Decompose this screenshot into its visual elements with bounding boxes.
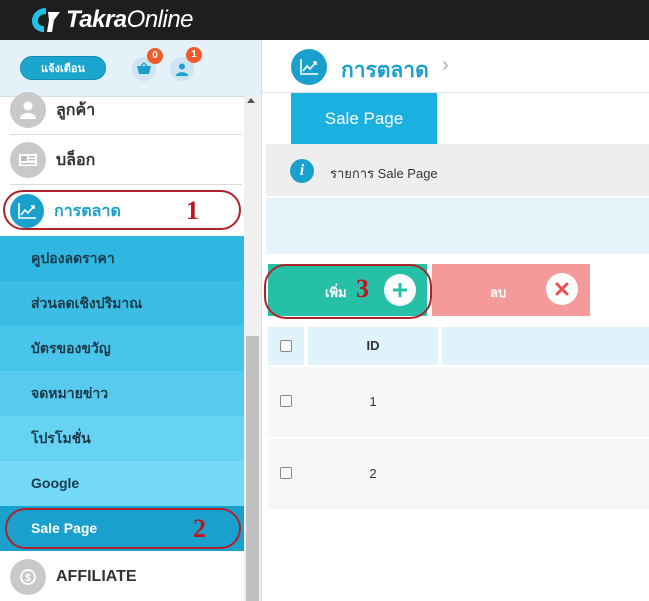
annotation-number: 1 bbox=[186, 196, 199, 225]
sidebar-item-label: ลูกค้า bbox=[56, 101, 96, 119]
notify-button[interactable]: แจ้งเตือน bbox=[20, 56, 106, 80]
cart-badge: 0 bbox=[147, 48, 163, 64]
divider bbox=[10, 134, 242, 135]
info-icon: i bbox=[290, 159, 314, 183]
close-icon bbox=[546, 273, 578, 305]
main-content: การตลาด › Sale Page i รายการ Sale Page เ… bbox=[262, 40, 649, 601]
submenu-item[interactable]: จดหมายข่าว bbox=[0, 371, 244, 416]
delete-label: ลบ bbox=[490, 285, 507, 300]
newspaper-icon bbox=[10, 142, 46, 178]
row-id: 1 bbox=[369, 394, 377, 409]
sidebar-item-label: บล็อก bbox=[56, 151, 96, 169]
svg-text:$: $ bbox=[25, 573, 31, 584]
select-all-checkbox[interactable] bbox=[280, 340, 292, 352]
chart-icon bbox=[291, 49, 327, 85]
row-checkbox[interactable] bbox=[280, 467, 292, 479]
profile-badge: 1 bbox=[186, 47, 202, 63]
row-checkbox[interactable] bbox=[280, 395, 292, 407]
submenu-item[interactable]: ส่วนลดเชิงปริมาณ bbox=[0, 281, 244, 326]
annotation-number: 2 bbox=[193, 514, 206, 543]
annotation-number: 3 bbox=[356, 274, 369, 303]
annotation-outline bbox=[264, 264, 432, 319]
info-bar: i รายการ Sale Page bbox=[266, 144, 649, 196]
table-header: ID bbox=[268, 327, 649, 365]
top-bar: TakraOnline bbox=[0, 0, 649, 40]
submenu-item[interactable]: บัตรของขวัญ bbox=[0, 326, 244, 371]
chevron-right-icon: › bbox=[442, 54, 449, 76]
row-id: 2 bbox=[369, 466, 377, 481]
sidebar-item-affiliate[interactable]: $ AFFILIATE bbox=[0, 557, 244, 597]
delete-button[interactable]: ลบ bbox=[432, 264, 590, 316]
info-text: รายการ Sale Page bbox=[330, 166, 438, 181]
scrollbar-thumb[interactable] bbox=[246, 336, 259, 601]
logo-icon bbox=[32, 8, 60, 32]
table-row: 2 bbox=[268, 439, 649, 509]
dollar-circle-icon: $ bbox=[10, 559, 46, 595]
id-column-header: ID bbox=[366, 338, 380, 353]
tab-sale-page[interactable]: Sale Page bbox=[291, 93, 437, 144]
divider bbox=[10, 184, 242, 185]
submenu-item[interactable]: Google bbox=[0, 461, 244, 506]
submenu-item[interactable]: โปรโมชั่น bbox=[0, 416, 244, 461]
sidebar-item-customers[interactable]: ลูกค้า bbox=[0, 90, 244, 130]
marketing-submenu: คูปองลดราคา ส่วนลดเชิงปริมาณ บัตรของขวัญ จด… bbox=[0, 236, 244, 551]
table-row: 1 bbox=[268, 367, 649, 437]
filter-panel bbox=[266, 198, 649, 254]
user-icon bbox=[10, 92, 46, 128]
sidebar-top: แจ้งเตือน 0 1 bbox=[0, 40, 261, 97]
sidebar-item-blog[interactable]: บล็อก bbox=[0, 140, 244, 180]
submenu-item[interactable]: คูปองลดราคา bbox=[0, 236, 244, 281]
page-title: การตลาด bbox=[341, 59, 429, 82]
annotation-outline bbox=[3, 190, 241, 230]
sidebar-item-label: AFFILIATE bbox=[56, 568, 137, 585]
header-cell bbox=[442, 327, 649, 365]
brand-logo[interactable]: TakraOnline bbox=[30, 5, 194, 35]
brand-name: TakraOnline bbox=[66, 6, 194, 33]
scroll-up-icon[interactable] bbox=[247, 98, 255, 103]
sale-page-table: ID 1 2 bbox=[268, 327, 649, 509]
